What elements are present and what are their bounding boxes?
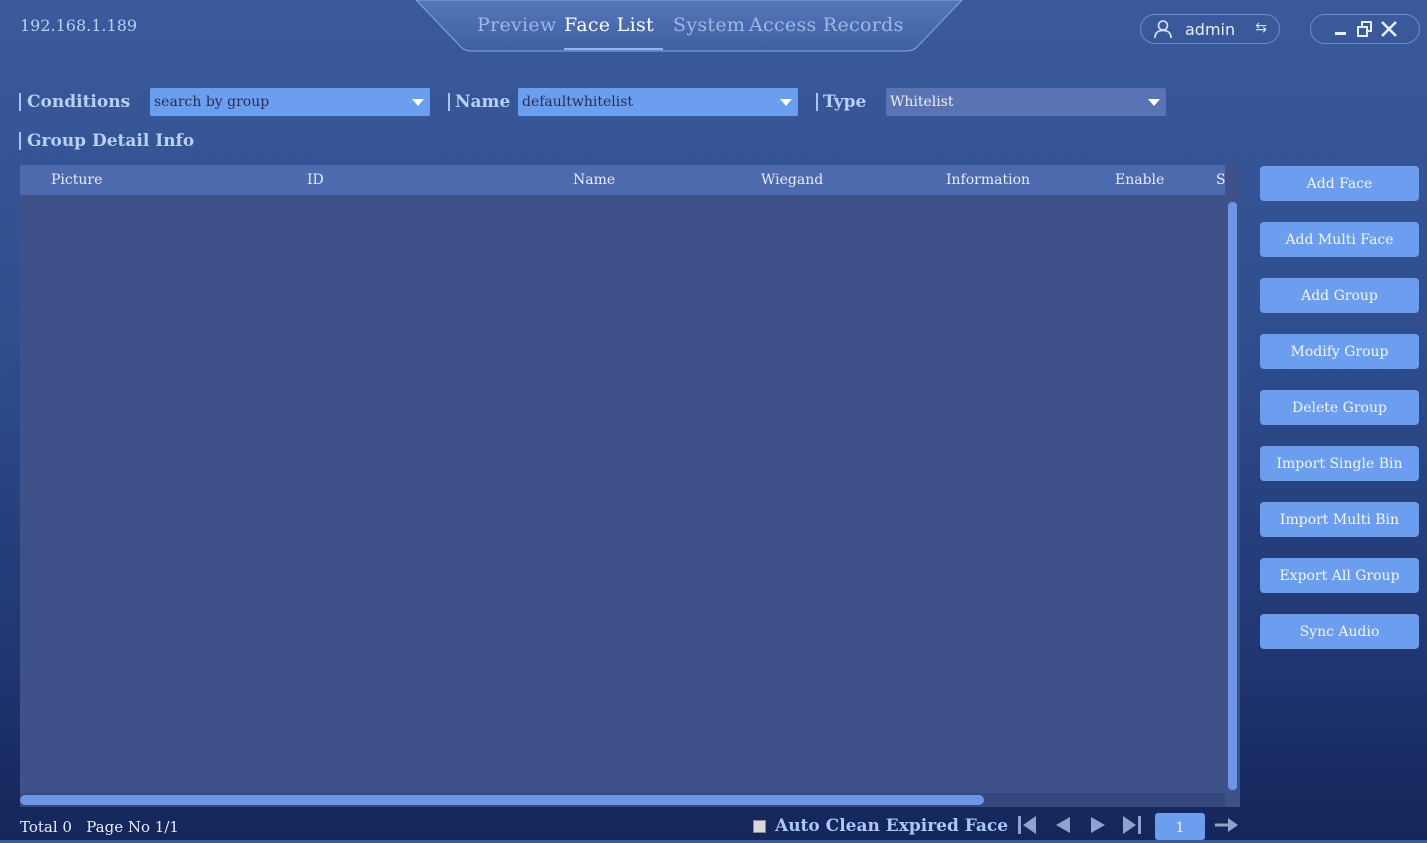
close-icon[interactable] bbox=[1379, 19, 1399, 39]
page-input[interactable]: 1 bbox=[1155, 813, 1205, 840]
restore-icon[interactable] bbox=[1355, 19, 1375, 39]
label-marker bbox=[19, 93, 21, 111]
delete-group-button[interactable]: Delete Group bbox=[1260, 390, 1419, 425]
type-select-value: Whitelist bbox=[890, 94, 954, 110]
previous-page-icon[interactable] bbox=[1052, 814, 1074, 840]
column-header-name[interactable]: Name bbox=[573, 172, 615, 188]
sync-audio-button[interactable]: Sync Audio bbox=[1260, 614, 1419, 649]
label-marker bbox=[448, 93, 450, 111]
modify-group-button[interactable]: Modify Group bbox=[1260, 334, 1419, 369]
label-marker bbox=[19, 132, 21, 150]
total-count: Total 0 bbox=[20, 818, 72, 836]
user-icon bbox=[1153, 19, 1173, 43]
switch-user-icon[interactable]: ⇆ bbox=[1255, 20, 1267, 36]
user-menu[interactable]: admin ⇆ bbox=[1140, 14, 1280, 44]
group-name-select[interactable]: defaultwhitelist bbox=[518, 88, 798, 116]
column-header-wiegand[interactable]: Wiegand bbox=[761, 172, 823, 188]
column-header-information[interactable]: Information bbox=[946, 172, 1030, 188]
add-face-button[interactable]: Add Face bbox=[1260, 166, 1419, 201]
tab-preview[interactable]: Preview bbox=[477, 14, 557, 36]
chevron-down-icon bbox=[1148, 99, 1160, 106]
tab-face-list[interactable]: Face List bbox=[564, 14, 654, 36]
active-tab-underline bbox=[564, 48, 663, 50]
tab-access-records[interactable]: Access Records bbox=[749, 14, 904, 36]
next-page-icon[interactable] bbox=[1087, 814, 1109, 840]
window-controls bbox=[1310, 14, 1420, 44]
column-header-id[interactable]: ID bbox=[307, 172, 324, 188]
column-header-enable[interactable]: Enable bbox=[1115, 172, 1164, 188]
horizontal-scroll-thumb[interactable] bbox=[20, 795, 984, 805]
minimize-icon[interactable] bbox=[1331, 19, 1351, 39]
auto-clean-checkbox[interactable] bbox=[753, 820, 766, 833]
add-multi-face-button[interactable]: Add Multi Face bbox=[1260, 222, 1419, 257]
type-label: Type bbox=[823, 92, 867, 112]
conditions-select[interactable]: search by group bbox=[150, 88, 430, 116]
name-label: Name bbox=[455, 92, 511, 112]
chevron-down-icon bbox=[412, 99, 424, 106]
import-multi-bin-button[interactable]: Import Multi Bin bbox=[1260, 502, 1419, 537]
add-group-button[interactable]: Add Group bbox=[1260, 278, 1419, 313]
conditions-select-value: search by group bbox=[154, 94, 270, 110]
type-select[interactable]: Whitelist bbox=[886, 88, 1166, 116]
section-title: Group Detail Info bbox=[27, 131, 195, 151]
auto-clean-label: Auto Clean Expired Face bbox=[775, 816, 1009, 836]
vertical-scroll-thumb[interactable] bbox=[1228, 202, 1237, 790]
first-page-icon[interactable] bbox=[1016, 814, 1038, 840]
conditions-label: Conditions bbox=[27, 92, 131, 112]
last-page-icon[interactable] bbox=[1121, 814, 1143, 840]
page-number: Page No 1/1 bbox=[86, 818, 179, 836]
import-single-bin-button[interactable]: Import Single Bin bbox=[1260, 446, 1419, 481]
vertical-scrollbar[interactable] bbox=[1225, 195, 1240, 793]
device-ip: 192.168.1.189 bbox=[20, 16, 138, 35]
chevron-down-icon bbox=[780, 99, 792, 106]
group-name-select-value: defaultwhitelist bbox=[522, 94, 634, 110]
export-all-group-button[interactable]: Export All Group bbox=[1260, 558, 1419, 593]
column-header-picture[interactable]: Picture bbox=[51, 172, 102, 188]
column-header-truncated[interactable]: S bbox=[1216, 172, 1226, 188]
label-marker bbox=[816, 93, 818, 111]
username: admin bbox=[1185, 20, 1236, 39]
tab-system[interactable]: System bbox=[673, 14, 745, 36]
pagination-summary: Total 0 Page No 1/1 bbox=[20, 818, 179, 836]
table-header: Picture ID Name Wiegand Information Enab… bbox=[20, 165, 1226, 195]
face-table: Picture ID Name Wiegand Information Enab… bbox=[20, 165, 1240, 807]
go-to-page-icon[interactable] bbox=[1214, 815, 1240, 839]
horizontal-scrollbar[interactable] bbox=[20, 793, 1225, 807]
